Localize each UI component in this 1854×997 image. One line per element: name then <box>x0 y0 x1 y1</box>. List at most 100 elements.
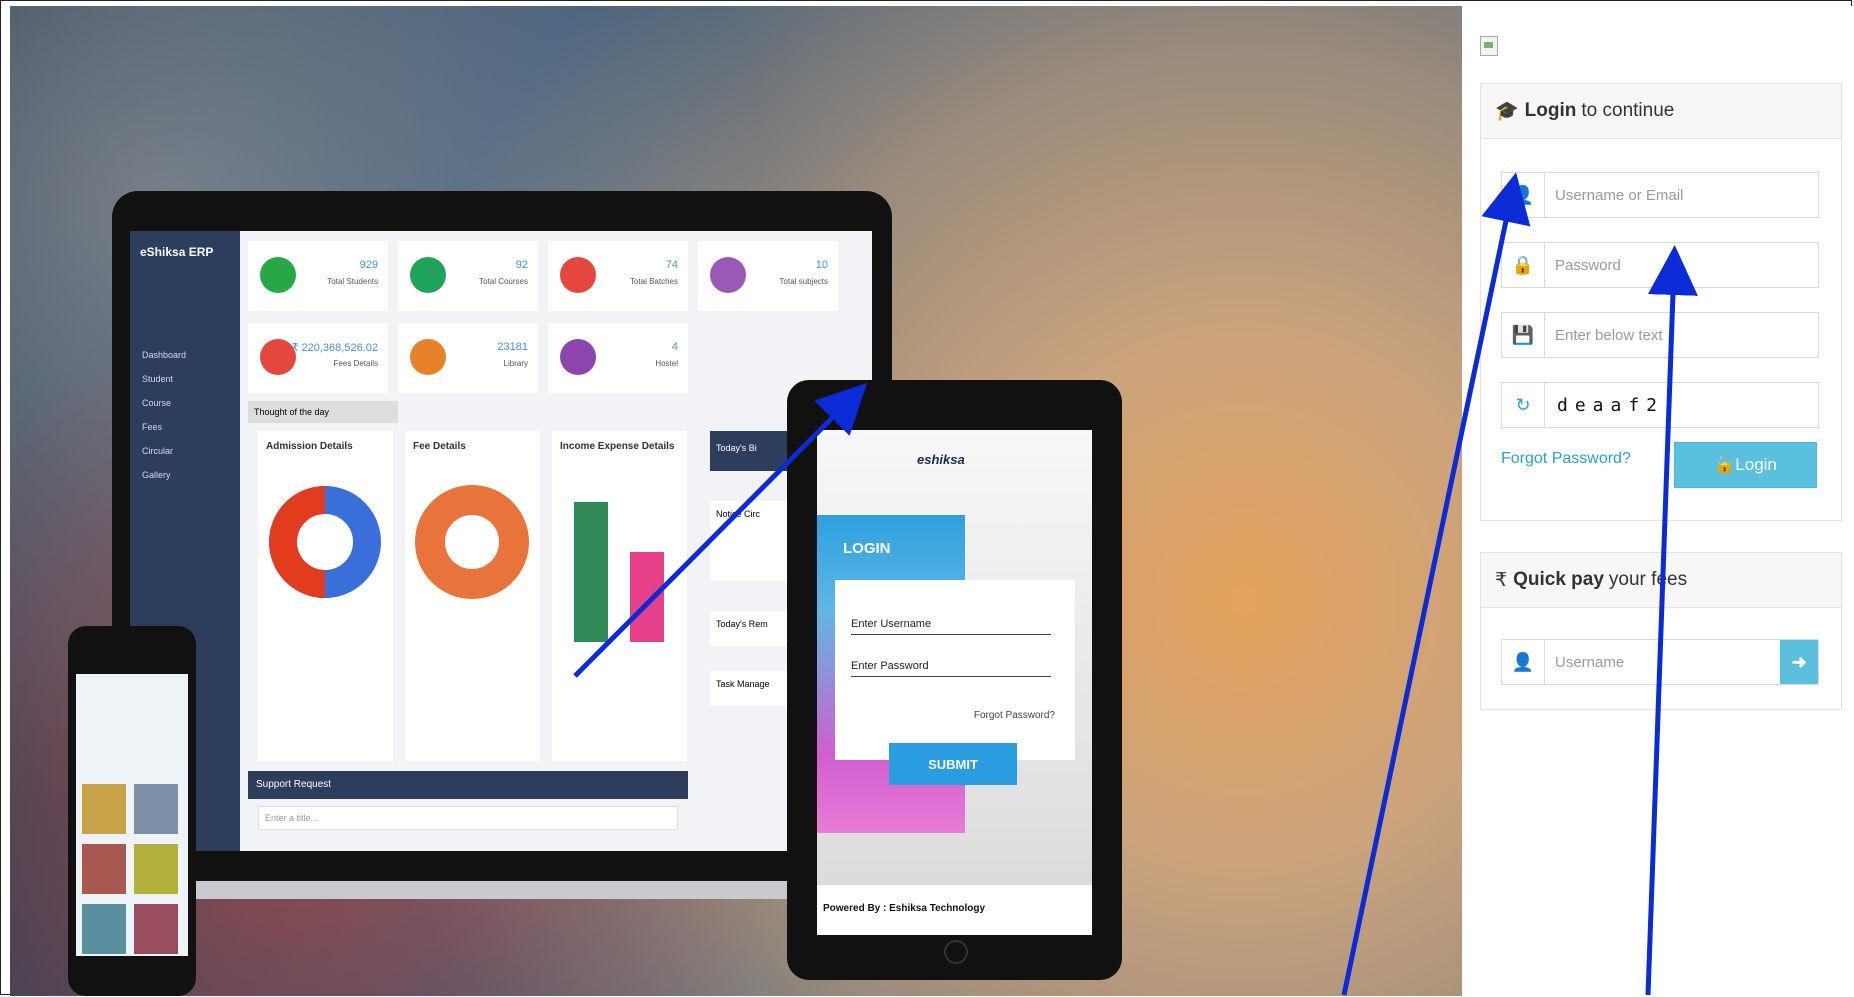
support-request-bar: Support Request <box>248 771 688 799</box>
laptop-menu-item: Course <box>142 398 172 408</box>
admission-donut <box>269 486 381 598</box>
tablet-home-button <box>944 940 968 964</box>
password-group: 🔒 <box>1501 242 1819 288</box>
stat-value: ₹ 220,368,526.02 <box>291 342 378 354</box>
laptop-brand: eShiksa ERP <box>140 245 214 259</box>
tablet-username-field: Enter Username <box>851 618 1051 635</box>
rupee-icon: ₹ <box>1495 569 1508 591</box>
login-box: 🎓 Login to continue 👤 🔒 💾 ↻ deaaf2 Forgo… <box>1480 83 1842 521</box>
tablet-footer-text: Powered By : Eshiksa Technology <box>823 903 986 914</box>
stat-card: 74 Total Batches <box>548 241 688 311</box>
username-group: 👤 <box>1501 172 1819 218</box>
login-box-header: 🎓 Login to continue <box>1481 84 1841 139</box>
stat-value: 4 <box>671 341 678 353</box>
tablet-form: Enter Username Enter Password Forgot Pas… <box>835 580 1075 760</box>
login-title-rest: to continue <box>1581 100 1675 121</box>
tablet-mockup: eshiksa LOGIN Enter Username Enter Passw… <box>787 380 1122 980</box>
login-button-label: Login <box>1735 455 1777 474</box>
quick-pay-title-bold: Quick pay <box>1513 569 1604 590</box>
thought-of-day: Thought of the day <box>248 401 398 423</box>
stat-label: Fees Details <box>333 359 378 368</box>
stat-label: Total subjects <box>779 277 828 286</box>
hostel-icon <box>560 339 596 375</box>
courses-icon <box>410 257 446 293</box>
side-panel: Today's Rem <box>710 611 790 646</box>
laptop-menu-item: Student <box>142 374 174 384</box>
tablet-footer: Powered By : Eshiksa Technology <box>817 885 1092 935</box>
phone-tile <box>134 784 178 834</box>
forgot-password-link[interactable]: Forgot Password? <box>1501 450 1631 468</box>
income-expense-panel: Income Expense Details <box>552 431 687 761</box>
tablet-submit-button: SUBMIT <box>889 743 1017 785</box>
quick-pay-header: ₹ Quick pay your fees <box>1481 553 1841 608</box>
phone-mockup <box>68 626 196 996</box>
tablet-logo: eshiksa <box>917 452 965 467</box>
phone-screen <box>76 674 188 956</box>
laptop-mockup: eShiksa ERP Dashboard Student Course Fee… <box>82 191 922 899</box>
laptop-menu-item: Circular <box>142 446 174 456</box>
fee-panel: Fee Details <box>405 431 540 761</box>
lock-icon: 🔒 <box>1502 243 1545 287</box>
laptop-lid: eShiksa ERP Dashboard Student Course Fee… <box>112 191 892 881</box>
quick-pay-title-rest: your fees <box>1608 569 1688 590</box>
password-input[interactable] <box>1545 243 1818 287</box>
stat-label: Total Courses <box>479 277 528 286</box>
stat-value: 92 <box>515 259 528 271</box>
tablet-forgot-link: Forgot Password? <box>973 710 1055 721</box>
stat-card: 23181 Library <box>398 323 538 393</box>
panel-title: Fee Details <box>413 441 466 452</box>
login-button[interactable]: 🔓Login <box>1674 442 1817 488</box>
panel-title: Admission Details <box>266 441 353 452</box>
tablet-password-field: Enter Password <box>851 660 1051 677</box>
laptop-menu: Dashboard Student Course Fees Circular G… <box>130 343 240 487</box>
side-panel: Notice Circ <box>710 501 790 581</box>
stat-label: Total Students <box>327 277 378 286</box>
username-input[interactable] <box>1545 173 1818 217</box>
quick-pay-username-input[interactable] <box>1545 640 1780 684</box>
arrow-right-icon[interactable]: ➜ <box>1780 640 1818 684</box>
tablet-screen: eshiksa LOGIN Enter Username Enter Passw… <box>817 430 1092 935</box>
stat-label: Total Batches <box>629 277 678 286</box>
user-icon: 👤 <box>1502 640 1545 684</box>
stat-card: 929 Total Students <box>248 241 388 311</box>
laptop-menu-item: Gallery <box>142 470 171 480</box>
tablet-login-title: LOGIN <box>843 540 891 557</box>
stat-value: 23181 <box>497 341 528 353</box>
hero-background: eShiksa ERP Dashboard Student Course Fee… <box>10 6 1462 996</box>
laptop-menu-item: Dashboard <box>142 350 187 360</box>
captcha-display-group: ↻ deaaf2 <box>1501 382 1819 428</box>
unlock-icon: 🔓 <box>1714 455 1736 474</box>
phone-tile <box>134 904 178 954</box>
phone-tile <box>82 784 126 834</box>
stat-value: 10 <box>815 259 828 271</box>
stat-label: Hostel <box>655 359 678 368</box>
batches-icon <box>560 257 596 293</box>
stat-value: 929 <box>359 259 378 271</box>
students-icon <box>260 257 296 293</box>
laptop-menu-item: Fees <box>142 422 163 432</box>
side-panel: Today's Bi <box>710 431 790 471</box>
stat-label: Library <box>503 359 528 368</box>
login-column: 🎓 Login to continue 👤 🔒 💾 ↻ deaaf2 Forgo… <box>1462 6 1852 996</box>
stat-card: ₹ 220,368,526.02 Fees Details <box>248 323 388 393</box>
phone-tile <box>134 844 178 894</box>
panel-title: Income Expense Details <box>560 441 675 452</box>
captcha-input[interactable] <box>1545 313 1818 357</box>
library-icon <box>410 339 446 375</box>
laptop-screen: eShiksa ERP Dashboard Student Course Fee… <box>130 231 872 851</box>
captcha-icon: 💾 <box>1502 313 1545 357</box>
graduation-cap-icon: 🎓 <box>1495 101 1519 122</box>
login-title-bold: Login <box>1524 100 1577 121</box>
stat-card: 4 Hostel <box>548 323 688 393</box>
stat-card: 10 Total subjects <box>698 241 838 311</box>
side-panel: Task Manage <box>710 671 790 706</box>
stat-value: 74 <box>665 259 678 271</box>
broken-logo-image <box>1480 36 1498 56</box>
stat-card: 92 Total Courses <box>398 241 538 311</box>
refresh-icon[interactable]: ↻ <box>1502 383 1545 427</box>
captcha-input-group: 💾 <box>1501 312 1819 358</box>
admission-panel: Admission Details <box>258 431 393 761</box>
user-icon: 👤 <box>1502 173 1545 217</box>
quick-pay-box: ₹ Quick pay your fees 👤 ➜ <box>1480 552 1842 710</box>
quick-pay-group: 👤 ➜ <box>1501 639 1819 685</box>
